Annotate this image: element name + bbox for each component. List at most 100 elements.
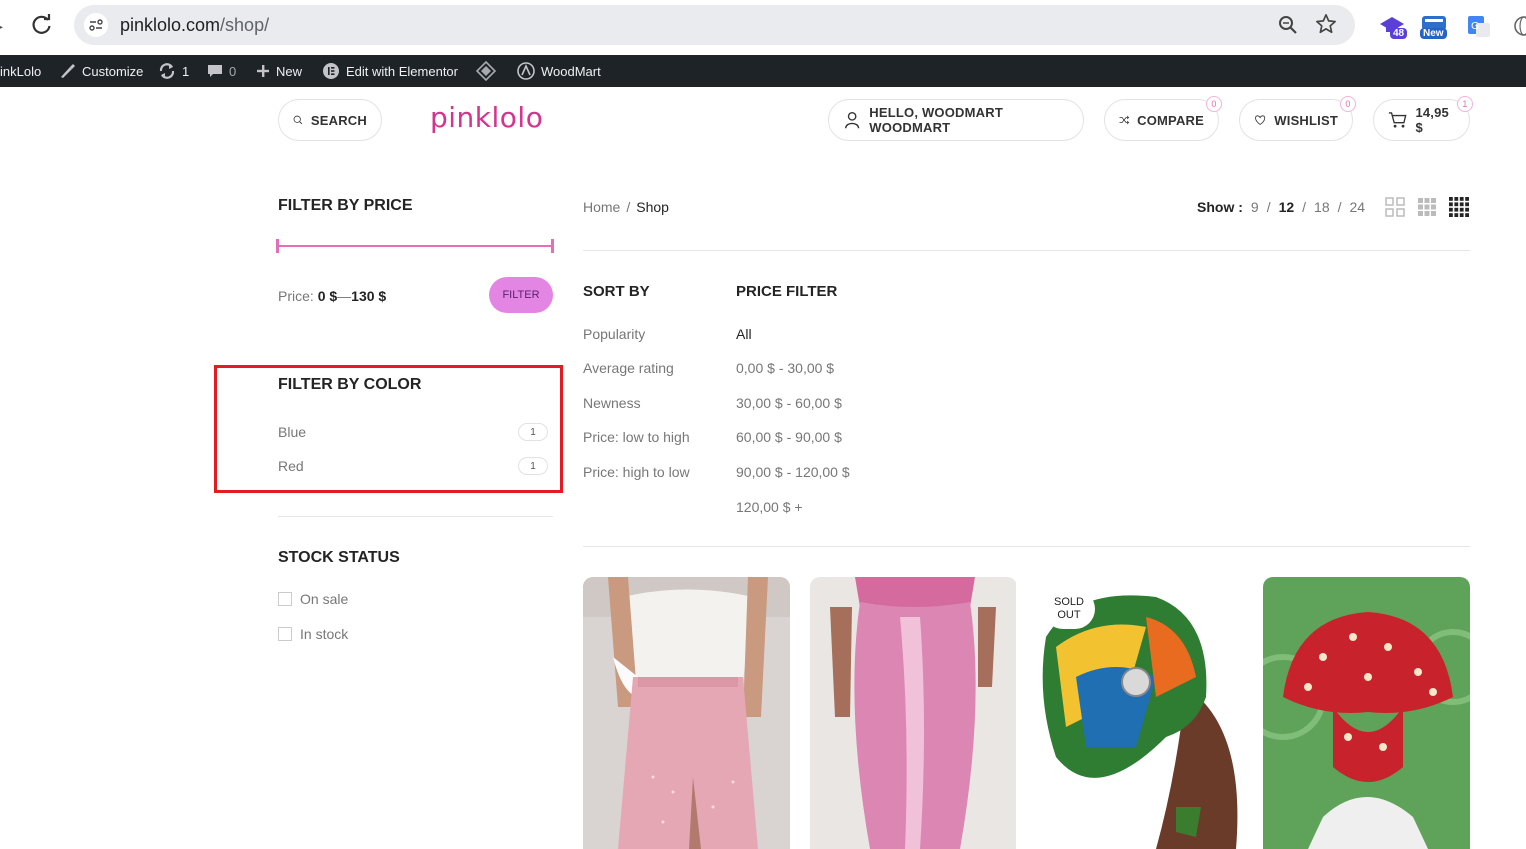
wishlist-count-badge: 0 <box>1340 96 1356 112</box>
show-separator: / <box>1302 199 1307 215</box>
wishlist-button[interactable]: WISHLIST 0 <box>1239 96 1356 141</box>
cart-count-badge: 1 <box>1457 96 1473 112</box>
admin-edit-elementor[interactable]: Edit with Elementor <box>322 55 458 87</box>
products-per-page: Show : 9 / 12 / 18 / 24 <box>1197 199 1365 215</box>
color-option-red[interactable]: Red <box>278 458 304 474</box>
price-filter-all[interactable]: All <box>736 326 752 342</box>
show-option-9[interactable]: 9 <box>1251 199 1259 215</box>
price-max: 130 $ <box>351 288 387 304</box>
compare-button[interactable]: COMPARE 0 <box>1104 96 1222 141</box>
account-button[interactable]: HELLO, WOODMART WOODMART <box>828 99 1084 141</box>
cart-total: 14,95 $ <box>1415 105 1449 135</box>
plus-icon <box>257 65 269 77</box>
sort-newness[interactable]: Newness <box>583 395 641 411</box>
filters-divider <box>583 546 1470 547</box>
admin-new[interactable]: New <box>256 55 302 87</box>
zoom-icon[interactable] <box>1277 14 1299 36</box>
ext-grad-icon[interactable]: 48 <box>1378 14 1408 44</box>
show-option-18[interactable]: 18 <box>1314 199 1330 215</box>
updates-icon <box>159 63 175 79</box>
in-stock-checkbox[interactable] <box>278 627 292 641</box>
browser-chrome: ▸ pinklolo.com/shop/ 48 New G <box>0 0 1526 55</box>
site-info-icon[interactable] <box>84 13 108 37</box>
stock-option-in-stock[interactable]: In stock <box>278 626 348 642</box>
search-button[interactable]: SEARCH <box>278 99 382 141</box>
comment-icon <box>208 65 222 77</box>
product-image-pink-skirt[interactable] <box>583 577 790 849</box>
toolbar-divider <box>583 250 1470 251</box>
globe-icon[interactable] <box>1512 14 1526 44</box>
sort-popularity[interactable]: Popularity <box>583 326 645 342</box>
show-separator: / <box>1266 199 1271 215</box>
show-separator: / <box>1337 199 1342 215</box>
price-slider-max-handle[interactable] <box>551 239 554 253</box>
price-filter-0-30[interactable]: 0,00 $ - 30,00 $ <box>736 360 834 376</box>
show-option-12[interactable]: 12 <box>1279 199 1295 215</box>
sidebar-divider <box>278 516 553 517</box>
admin-comments[interactable]: 0 <box>207 55 236 87</box>
show-label: Show : <box>1197 199 1243 215</box>
price-filter-title: PRICE FILTER <box>736 283 838 300</box>
grid-2-icon[interactable] <box>1385 197 1405 217</box>
address-bar[interactable]: pinklolo.com/shop/ <box>74 5 1355 45</box>
admin-customize-label: Customize <box>82 63 144 79</box>
url-text[interactable]: pinklolo.com/shop/ <box>120 15 269 36</box>
url-path: /shop/ <box>220 15 270 35</box>
price-separator: — <box>337 288 352 304</box>
admin-updates[interactable]: 1 <box>158 55 189 87</box>
show-option-24[interactable]: 24 <box>1350 199 1366 215</box>
bookmark-star-icon[interactable] <box>1315 13 1337 35</box>
price-label: Price: <box>278 288 314 304</box>
wishlist-label: WISHLIST <box>1274 112 1338 128</box>
admin-woodmart-label: WoodMart <box>541 63 601 79</box>
price-filter-120-plus[interactable]: 120,00 $ + <box>736 499 803 515</box>
compare-count-badge: 0 <box>1206 96 1222 112</box>
admin-updates-count: 1 <box>182 63 190 79</box>
grid-4-icon[interactable] <box>1449 197 1469 217</box>
admin-edit-elementor-label: Edit with Elementor <box>346 63 458 79</box>
price-filter-90-120[interactable]: 90,00 $ - 120,00 $ <box>736 464 850 480</box>
filter-button[interactable]: FILTER <box>489 277 553 313</box>
ext-new-icon[interactable]: New <box>1420 14 1450 44</box>
breadcrumb-current: Shop <box>636 199 669 215</box>
filter-by-price-title: FILTER BY PRICE <box>278 197 413 214</box>
sold-out-badge: SOLD OUT <box>1043 589 1095 629</box>
admin-diamond[interactable] <box>476 55 496 87</box>
color-option-blue[interactable]: Blue <box>278 424 306 440</box>
admin-customize[interactable]: Customize <box>58 55 143 87</box>
sort-average-rating[interactable]: Average rating <box>583 360 674 376</box>
search-label: SEARCH <box>310 112 367 128</box>
sort-price-high-low[interactable]: Price: high to low <box>583 464 690 480</box>
cart-button[interactable]: 14,95 $ 1 <box>1373 96 1473 141</box>
sort-price-low-high[interactable]: Price: low to high <box>583 429 690 445</box>
user-icon <box>845 112 860 129</box>
price-slider-min-handle[interactable] <box>276 239 279 253</box>
price-filter-30-60[interactable]: 30,00 $ - 60,00 $ <box>736 395 842 411</box>
price-min: 0 $ <box>317 288 338 304</box>
admin-comments-count: 0 <box>229 63 237 79</box>
grid-3-icon[interactable] <box>1417 197 1437 217</box>
admin-site-name-label: inkLolo <box>0 63 42 79</box>
wp-admin-bar: inkLolo Customize 1 0 New Edit with Elem… <box>0 55 1526 87</box>
google-translate-icon[interactable]: G <box>1466 14 1496 44</box>
admin-woodmart[interactable]: WoodMart <box>517 55 601 87</box>
ext-new-badge: New <box>1420 28 1447 39</box>
filter-by-color-title: FILTER BY COLOR <box>278 376 422 393</box>
price-filter-60-90[interactable]: 60,00 $ - 90,00 $ <box>736 429 842 445</box>
product-image-pink-dress[interactable] <box>810 577 1017 849</box>
sort-by-title: SORT BY <box>583 283 650 300</box>
on-sale-checkbox[interactable] <box>278 592 292 606</box>
price-range-text: Price: 0 $—130 $ <box>278 288 386 304</box>
reload-icon[interactable] <box>30 13 54 37</box>
diamond-icon <box>476 61 496 81</box>
stock-option-on-sale[interactable]: On sale <box>278 591 348 607</box>
url-host: pinklolo.com <box>120 15 221 35</box>
admin-site-name[interactable]: inkLolo <box>0 55 41 87</box>
site-logo[interactable]: pinklolo <box>430 101 543 134</box>
product-image-floral-hat[interactable] <box>1263 577 1470 849</box>
svg-text:G: G <box>1471 21 1479 32</box>
back-arrow-icon[interactable]: ▸ <box>0 18 6 34</box>
brush-icon <box>61 64 75 78</box>
price-slider-track[interactable] <box>278 245 554 247</box>
breadcrumb-home[interactable]: Home <box>583 199 620 215</box>
